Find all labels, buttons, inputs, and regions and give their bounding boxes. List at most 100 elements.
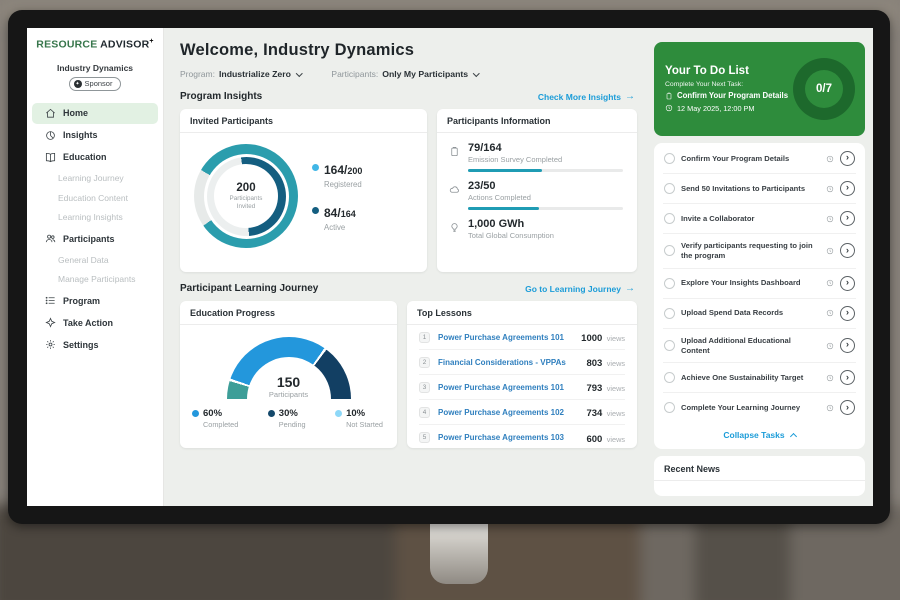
todo-due-label: 12 May 2025, 12:00 PM — [677, 104, 754, 113]
task-checkbox[interactable] — [664, 245, 675, 256]
sidebar-item-settings[interactable]: Settings — [32, 334, 158, 355]
education-gauge-wrap: 150 Participants — [227, 337, 351, 399]
pending-label: Pending — [279, 420, 306, 429]
chevron-up-icon — [790, 433, 797, 440]
task-checkbox[interactable] — [664, 372, 675, 383]
sidebar-item-label: Learning Insights — [58, 212, 123, 222]
task-checkbox[interactable] — [664, 402, 675, 413]
active-total: 164 — [341, 209, 356, 219]
global-consumption-row: 1,000 GWh Total Global Consumption — [449, 218, 623, 240]
not-started-label: Not Started — [346, 420, 383, 429]
settings-icon — [45, 339, 56, 350]
sidebar-item-label: Education Content — [58, 193, 128, 203]
sidebar-item-program[interactable]: Program — [32, 290, 158, 311]
insights-cards-row: Invited Participants 200 Participants In… — [180, 109, 637, 272]
global-consumption-label: Total Global Consumption — [468, 231, 623, 240]
sidebar-item-education[interactable]: Education — [32, 147, 158, 168]
sponsor-badge[interactable]: ✦ Sponsor — [69, 77, 122, 91]
check-more-insights-label: Check More Insights — [538, 92, 621, 102]
lesson-title-link[interactable]: Power Purchase Agreements 103 — [438, 433, 578, 442]
dashboard-screen: RESOURCE ADVISOR+ Industry Dynamics ✦ Sp… — [27, 28, 873, 506]
go-to-learning-journey-label: Go to Learning Journey — [525, 284, 621, 294]
participants-information-card-title: Participants Information — [437, 109, 637, 133]
task-checkbox[interactable] — [664, 340, 675, 351]
clock-icon — [826, 374, 834, 382]
invited-donut-inner: 200 Participants Invited — [207, 157, 286, 236]
sidebar-item-home[interactable]: Home — [32, 103, 158, 124]
active-dot-icon — [312, 207, 319, 214]
go-to-learning-journey-link[interactable]: Go to Learning Journey → — [525, 283, 635, 294]
lesson-row: 2 Financial Considerations - VPPAs 803 v… — [419, 350, 625, 375]
lesson-rank: 4 — [419, 407, 430, 418]
participants-filter-dropdown[interactable]: Participants: Only My Participants — [331, 69, 478, 79]
sidebar-item-education-content[interactable]: Education Content — [27, 188, 163, 208]
chevron-right-icon: › — [846, 246, 849, 256]
program-icon — [45, 295, 56, 306]
task-checkbox[interactable] — [664, 278, 675, 289]
lesson-row: 3 Power Purchase Agreements 101 793 view… — [419, 375, 625, 400]
sidebar-item-label: General Data — [58, 255, 109, 265]
sidebar-item-label: Take Action — [63, 318, 113, 328]
invited-donut-gap: 200 Participants Invited — [204, 154, 289, 239]
program-filter-dropdown[interactable]: Program: Industrialize Zero — [180, 69, 301, 79]
check-more-insights-link[interactable]: Check More Insights → — [538, 91, 635, 102]
task-open-button[interactable]: › — [840, 276, 855, 291]
program-insights-title: Program Insights — [180, 91, 262, 102]
clock-icon — [826, 342, 834, 350]
lesson-title-link[interactable]: Power Purchase Agreements 102 — [438, 408, 578, 417]
sidebar-item-manage-participants[interactable]: Manage Participants — [27, 270, 163, 290]
task-open-button[interactable]: › — [840, 151, 855, 166]
task-row: Confirm Your Program Details › — [663, 144, 856, 174]
task-label: Achieve One Sustainability Target — [681, 373, 820, 383]
task-checkbox[interactable] — [664, 213, 675, 224]
emission-survey-label: Emission Survey Completed — [468, 155, 623, 164]
logo-plus: + — [149, 38, 153, 45]
collapse-tasks-link[interactable]: Collapse Tasks — [663, 422, 856, 449]
chevron-right-icon: › — [846, 213, 849, 223]
lesson-rank: 3 — [419, 382, 430, 393]
task-open-button[interactable]: › — [840, 243, 855, 258]
sidebar-item-label: Insights — [63, 130, 98, 140]
learning-cards-row: Education Progress 150 Participants 60% — [180, 301, 637, 448]
sidebar-item-insights[interactable]: Insights — [32, 125, 158, 146]
task-label: Explore Your Insights Dashboard — [681, 278, 820, 288]
lesson-title-link[interactable]: Power Purchase Agreements 101 — [438, 333, 573, 342]
legend-item-active: 84/164 Active — [312, 204, 362, 232]
todo-next-task: Confirm Your Program Details — [665, 91, 788, 100]
task-open-button[interactable]: › — [840, 211, 855, 226]
task-row: Upload Spend Data Records › — [663, 299, 856, 329]
sidebar-item-take-action[interactable]: Take Action — [32, 312, 158, 333]
task-open-button[interactable]: › — [840, 338, 855, 353]
participants-filter-label: Participants: — [331, 69, 378, 79]
recent-news-title: Recent News — [654, 456, 865, 481]
insights-icon — [45, 130, 56, 141]
emission-survey-row: 79/164 Emission Survey Completed — [449, 142, 623, 172]
sidebar-item-learning-insights[interactable]: Learning Insights — [27, 208, 163, 228]
sidebar-item-label: Participants — [63, 234, 115, 244]
program-filter-value: Industrialize Zero — [219, 69, 291, 79]
lesson-title-link[interactable]: Financial Considerations - VPPAs — [438, 358, 578, 367]
registered-label: Registered — [324, 180, 362, 189]
pending-pct: 30% — [279, 408, 306, 419]
lesson-views-value: 734 — [586, 408, 602, 419]
sidebar-item-general-data[interactable]: General Data — [27, 250, 163, 270]
sidebar-item-participants[interactable]: Participants — [32, 228, 158, 249]
lesson-views-value: 600 — [586, 434, 602, 445]
sidebar-item-learning-journey[interactable]: Learning Journey — [27, 169, 163, 189]
task-checkbox[interactable] — [664, 153, 675, 164]
task-open-button[interactable]: › — [840, 306, 855, 321]
task-checkbox[interactable] — [664, 308, 675, 319]
lesson-title-link[interactable]: Power Purchase Agreements 101 — [438, 383, 578, 392]
task-label: Send 50 Invitations to Participants — [681, 184, 820, 194]
active-value: 84/ — [324, 206, 341, 220]
actions-completed-row: 23/50 Actions Completed — [449, 180, 623, 210]
not-started-pct: 10% — [346, 408, 383, 419]
task-open-button[interactable]: › — [840, 370, 855, 385]
monitor-bezel: RESOURCE ADVISOR+ Industry Dynamics ✦ Sp… — [8, 10, 890, 524]
legend-item-registered: 164/200 Registered — [312, 161, 362, 189]
task-open-button[interactable]: › — [840, 181, 855, 196]
task-open-button[interactable]: › — [840, 400, 855, 415]
chevron-down-icon — [473, 70, 479, 76]
lesson-views-suffix: views — [607, 334, 625, 343]
task-checkbox[interactable] — [664, 183, 675, 194]
